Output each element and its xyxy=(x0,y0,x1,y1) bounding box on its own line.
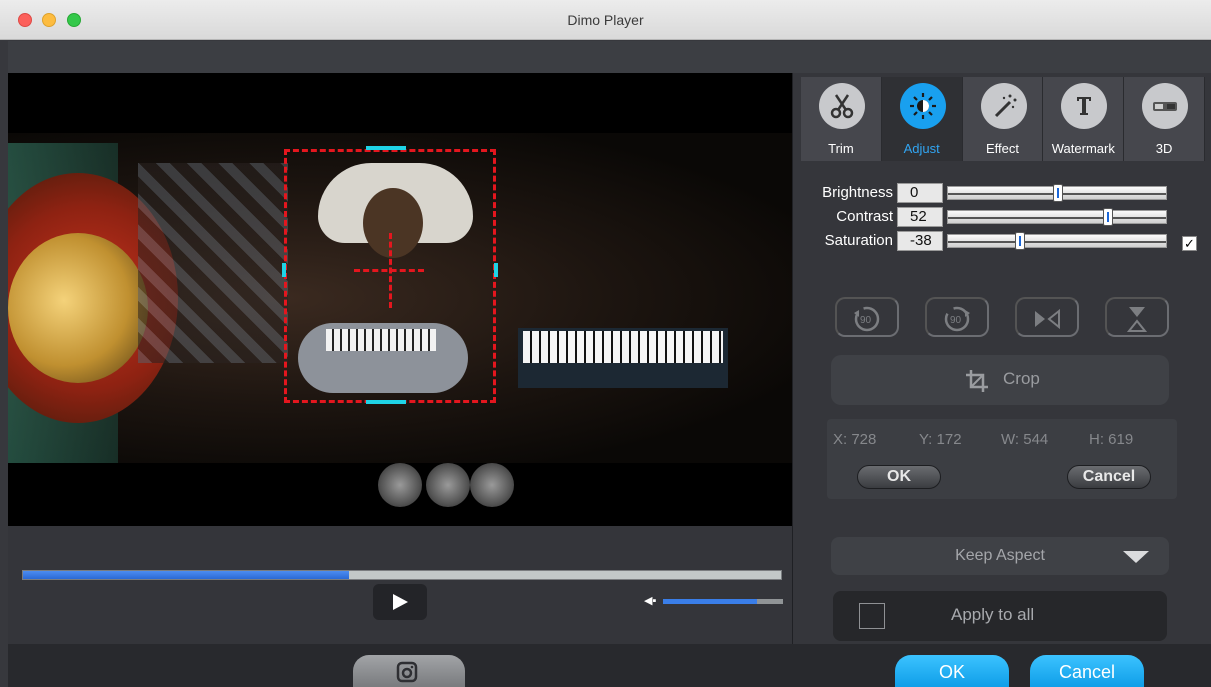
scene-drum-pad xyxy=(426,463,470,507)
tab-label: Effect xyxy=(985,141,1019,156)
crop-ok-button[interactable]: OK xyxy=(857,465,941,489)
tab-label: 3D xyxy=(1155,141,1173,156)
flip-vertical-button[interactable] xyxy=(1105,297,1169,337)
crop-x-value: X: 728 xyxy=(833,431,877,448)
apply-to-all-label: Apply to all xyxy=(951,605,1035,624)
contrast-slider[interactable] xyxy=(947,208,1167,226)
contrast-label: Contrast xyxy=(836,208,893,225)
scene-drum-pad xyxy=(470,463,514,507)
brightness-icon xyxy=(899,83,946,129)
progress-fill xyxy=(23,571,349,579)
video-preview[interactable] xyxy=(8,73,792,526)
tab-3d[interactable]: 3D xyxy=(1124,77,1205,161)
scene-drum-pad xyxy=(378,463,422,507)
tab-label: Adjust xyxy=(903,141,940,156)
crop-h-value: H: 619 xyxy=(1089,431,1134,448)
magic-wand-icon xyxy=(980,83,1027,129)
brightness-value[interactable]: 0 xyxy=(897,183,943,203)
rotate-right-button[interactable]: 90 xyxy=(925,297,989,337)
volume-fill xyxy=(663,599,757,604)
edit-tabs: Trim Adjust Effect Watermark 3D xyxy=(801,77,1205,161)
scene-keys-large xyxy=(523,331,723,363)
aspect-ratio-select[interactable]: Keep Aspect xyxy=(831,537,1169,575)
chevron-down-icon xyxy=(1123,551,1149,563)
crop-center-mark xyxy=(389,233,392,308)
brightness-label: Brightness xyxy=(822,184,893,201)
crop-w-value: W: 544 xyxy=(1001,431,1049,448)
volume-slider[interactable] xyxy=(663,599,783,604)
volume-icon: ◀▪ xyxy=(644,595,657,607)
aspect-ratio-value: Keep Aspect xyxy=(955,547,1045,564)
window-title: Dimo Player xyxy=(567,12,644,28)
saturation-slider[interactable] xyxy=(947,232,1167,250)
crop-handle-right[interactable] xyxy=(494,263,498,277)
crop-button[interactable]: Crop xyxy=(831,355,1169,405)
cancel-button[interactable]: Cancel xyxy=(1030,655,1144,687)
brightness-thumb[interactable] xyxy=(1053,184,1063,202)
apply-to-all-option[interactable]: Apply to all xyxy=(833,591,1167,641)
title-bar: Dimo Player xyxy=(0,0,1211,40)
3d-glasses-icon xyxy=(1142,83,1189,129)
tab-label: Trim xyxy=(828,141,854,156)
flip-horizontal-button[interactable] xyxy=(1015,297,1079,337)
contrast-thumb[interactable] xyxy=(1103,208,1113,226)
edit-panel: Trim Adjust Effect Watermark 3D Brightne… xyxy=(792,73,1211,644)
tab-label: Watermark xyxy=(1051,141,1115,156)
crop-handle-top[interactable] xyxy=(366,146,406,150)
snapshot-button[interactable] xyxy=(353,655,465,687)
flip-horizontal-icon xyxy=(1035,308,1060,330)
tab-effect[interactable]: Effect xyxy=(962,77,1044,161)
rotate-right-icon: 90 xyxy=(944,306,970,332)
tab-watermark[interactable]: Watermark xyxy=(1043,77,1125,161)
text-watermark-icon xyxy=(1061,83,1108,129)
adjust-checkbox[interactable]: ✓ xyxy=(1182,236,1197,251)
play-button[interactable] xyxy=(373,584,427,620)
contrast-value[interactable]: 52 xyxy=(897,207,943,227)
tab-trim[interactable]: Trim xyxy=(801,77,882,161)
saturation-label: Saturation xyxy=(824,232,893,249)
toolbar-strip xyxy=(8,41,1211,73)
crop-handle-bottom[interactable] xyxy=(366,400,406,404)
saturation-thumb[interactable] xyxy=(1015,232,1025,250)
scene-lamp-light xyxy=(8,233,148,383)
bottom-bar: OK Cancel xyxy=(8,644,1211,687)
ok-button[interactable]: OK xyxy=(895,655,1009,687)
app-window: Dimo Player ◀▪ Trim Adjust Effect Waterm… xyxy=(0,0,1211,687)
crop-icon xyxy=(966,370,988,392)
camera-icon xyxy=(396,661,418,683)
crop-handle-left[interactable] xyxy=(282,263,286,277)
scene-gadgets xyxy=(138,163,288,363)
crop-coordinates: X: 728 Y: 172 W: 544 H: 619 OK Cancel xyxy=(827,419,1177,499)
svg-text:90: 90 xyxy=(860,315,872,326)
scissors-icon xyxy=(819,83,865,129)
rotate-left-icon: 90 xyxy=(854,306,880,332)
svg-text:90: 90 xyxy=(950,315,962,326)
brightness-slider[interactable] xyxy=(947,184,1167,202)
crop-label: Crop xyxy=(1003,369,1040,388)
rotate-left-button[interactable]: 90 xyxy=(835,297,899,337)
tab-adjust[interactable]: Adjust xyxy=(881,77,963,161)
flip-vertical-icon xyxy=(1126,307,1148,332)
crop-y-value: Y: 172 xyxy=(919,431,962,448)
apply-to-all-checkbox[interactable] xyxy=(859,603,885,629)
progress-bar[interactable] xyxy=(22,570,782,580)
playback-controls: ◀▪ xyxy=(8,526,792,644)
saturation-value[interactable]: -38 xyxy=(897,231,943,251)
crop-cancel-button[interactable]: Cancel xyxy=(1067,465,1151,489)
